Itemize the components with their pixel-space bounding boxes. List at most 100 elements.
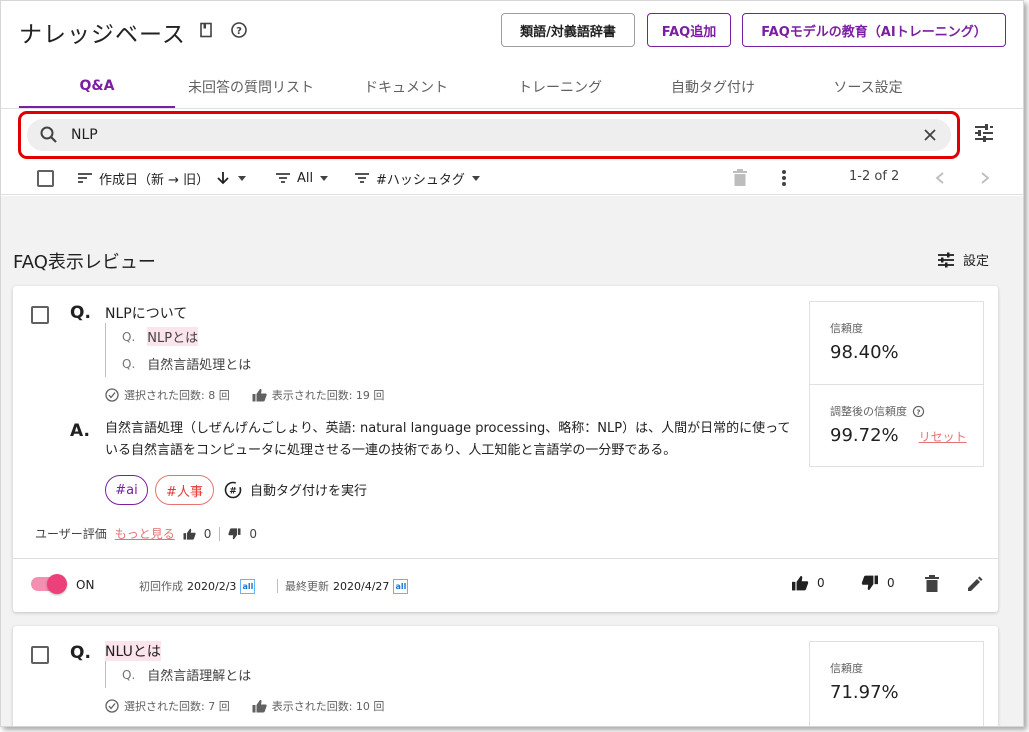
- tab-qa[interactable]: Q&A: [19, 65, 175, 108]
- section-title: FAQ表示レビュー: [13, 252, 156, 273]
- confidence-panel: 信頼度 71.97%: [809, 641, 984, 726]
- svg-text:#: #: [229, 486, 237, 496]
- review-settings-button[interactable]: 設定: [937, 250, 989, 269]
- faq-checkbox[interactable]: [31, 306, 49, 324]
- delete-icon[interactable]: [924, 575, 940, 593]
- next-page-icon[interactable]: [979, 167, 991, 189]
- confidence-value: 98.40%: [830, 342, 899, 363]
- see-more-link[interactable]: もっと見る: [115, 525, 175, 542]
- filter-hashtag-label: #ハッシュタグ: [376, 172, 465, 188]
- check-circle-icon: [105, 388, 119, 402]
- synonym-dictionary-button[interactable]: 類語/対義語辞書: [501, 13, 635, 47]
- chevron-down-icon: [238, 176, 247, 181]
- toggle-label: ON: [76, 578, 95, 592]
- list-item: Q. 自然言語処理とは: [122, 350, 251, 377]
- svg-text:?: ?: [236, 26, 242, 37]
- filter-icon: [355, 173, 369, 183]
- auto-tag-label: 自動タグ付けを実行: [250, 484, 368, 499]
- settings-label: 設定: [963, 254, 990, 269]
- help-icon[interactable]: ?: [230, 21, 248, 39]
- search-bar: [27, 119, 951, 151]
- tab-auto-tagging[interactable]: 自動タグ付け: [638, 65, 788, 108]
- user-rating: ユーザー評価 もっと見る 0 0: [35, 525, 257, 542]
- header: ナレッジベース ? 類語/対義語辞書 FAQ追加 FAQモデルの教育（AIトレー…: [1, 1, 1023, 59]
- tab-training[interactable]: トレーニング: [485, 65, 635, 108]
- search-input[interactable]: [71, 123, 891, 147]
- card-footer: ON 初回作成 2020/2/3 all 最終更新 2020/4/27 all …: [13, 558, 998, 612]
- dislike-button[interactable]: 0: [861, 575, 895, 591]
- sub-question-text: 自然言語理解とは: [147, 669, 252, 684]
- ai-training-button[interactable]: FAQモデルの教育（AIトレーニング）: [742, 13, 1006, 47]
- updated-date: 最終更新 2020/4/27 all: [285, 578, 409, 594]
- dislike-count: 0: [249, 526, 258, 541]
- book-icon[interactable]: [197, 21, 215, 39]
- tune-icon[interactable]: [972, 121, 996, 149]
- sub-question-list: Q. NLPとは Q. 自然言語処理とは: [105, 323, 251, 377]
- help-icon[interactable]: ?: [912, 405, 925, 418]
- user-rating-label: ユーザー評価: [35, 527, 107, 541]
- confidence-cell: 信頼度 71.97%: [810, 642, 983, 724]
- confidence-panel: 信頼度 98.40% 調整後の信頼度 ? 99.72% リセット: [809, 301, 984, 467]
- chevron-down-icon: [471, 176, 480, 181]
- faq-stats: 選択された回数: 8 回 表示された回数: 19 回: [105, 387, 384, 403]
- faq-card: Q. NLUとは Q. 自然言語理解とは 選択された回数: 7 回 表示された回…: [13, 626, 998, 726]
- like-count: 0: [203, 526, 212, 541]
- tab-bar: Q&A 未回答の質問リスト ドキュメント トレーニング 自動タグ付け ソース設定: [1, 65, 1023, 109]
- faq-card: Q. NLPについて Q. NLPとは Q. 自然言語処理とは 選択された回数:…: [13, 286, 998, 612]
- thumb-up-icon: [252, 699, 267, 713]
- thumb-up-icon: [252, 388, 267, 402]
- more-vert-icon[interactable]: [781, 167, 787, 189]
- sort-dropdown[interactable]: 作成日（新 → 旧）: [77, 167, 247, 189]
- faq-stats: 選択された回数: 7 回 表示された回数: 10 回: [105, 698, 384, 714]
- tab-unanswered[interactable]: 未回答の質問リスト: [175, 65, 327, 108]
- answer-mark: A.: [70, 421, 90, 441]
- pagination-text: 1-2 of 2: [849, 169, 900, 184]
- tab-source-settings[interactable]: ソース設定: [793, 65, 943, 108]
- filter-hashtag-dropdown[interactable]: #ハッシュタグ: [354, 167, 481, 189]
- prev-page-icon[interactable]: [934, 167, 946, 189]
- sub-question-text: 自然言語処理とは: [147, 358, 252, 373]
- faq-checkbox[interactable]: [31, 646, 49, 664]
- tab-documents[interactable]: ドキュメント: [331, 65, 481, 108]
- page-title: ナレッジベース: [19, 22, 186, 48]
- divider: [277, 579, 278, 593]
- hashtag-chip[interactable]: #人事: [155, 475, 214, 505]
- adjusted-confidence-cell: 調整後の信頼度 ? 99.72% リセット: [810, 384, 983, 466]
- filter-all-dropdown[interactable]: All: [275, 167, 329, 189]
- confidence-label: 信頼度: [830, 322, 863, 335]
- tune-icon: [938, 252, 954, 267]
- divider: [219, 526, 221, 541]
- faq-question: NLPについて: [105, 306, 188, 322]
- auto-tag-button[interactable]: # 自動タグ付けを実行: [224, 480, 367, 499]
- edit-icon[interactable]: [966, 575, 984, 593]
- hashtag-chip[interactable]: #ai: [105, 475, 148, 505]
- thumb-down-icon: [228, 527, 241, 539]
- add-faq-button[interactable]: FAQ追加: [647, 13, 731, 47]
- filter-icon: [276, 173, 290, 183]
- question-mark: Q.: [70, 643, 91, 663]
- confidence-label: 信頼度: [830, 662, 863, 675]
- created-date: 初回作成 2020/2/3 all: [139, 578, 256, 594]
- arrow-down-icon[interactable]: [215, 170, 231, 186]
- all-badge-icon: all: [393, 578, 409, 594]
- faq-answer: 自然言語処理（しぜんげんごしょり、英語: natural language pr…: [105, 421, 791, 458]
- app-window: ナレッジベース ? 類語/対義語辞書 FAQ追加 FAQモデルの教育（AIトレー…: [0, 0, 1024, 727]
- faq-question: NLUとは: [105, 641, 161, 661]
- delete-icon[interactable]: [732, 167, 748, 189]
- like-button[interactable]: 0: [791, 575, 825, 591]
- publish-toggle[interactable]: [31, 574, 67, 594]
- thumb-up-icon: [183, 528, 196, 540]
- reset-link[interactable]: リセット: [919, 428, 967, 445]
- displayed-count: 表示された回数: 10 回: [271, 700, 385, 713]
- auto-tag-icon: #: [224, 481, 242, 498]
- review-area: FAQ表示レビュー 設定 Q. NLPについて Q. NLPとは Q. 自然言語…: [1, 196, 1023, 726]
- chevron-down-icon: [320, 176, 329, 181]
- check-circle-icon: [105, 699, 119, 713]
- selected-count: 選択された回数: 8 回: [124, 389, 230, 402]
- select-all-checkbox[interactable]: [37, 167, 54, 189]
- filter-all-label: All: [297, 170, 314, 186]
- clear-icon[interactable]: [921, 126, 939, 148]
- list-item: Q. NLPとは: [122, 323, 251, 350]
- search-highlight-frame: [18, 111, 960, 159]
- sub-question-list: Q. 自然言語理解とは: [105, 661, 251, 688]
